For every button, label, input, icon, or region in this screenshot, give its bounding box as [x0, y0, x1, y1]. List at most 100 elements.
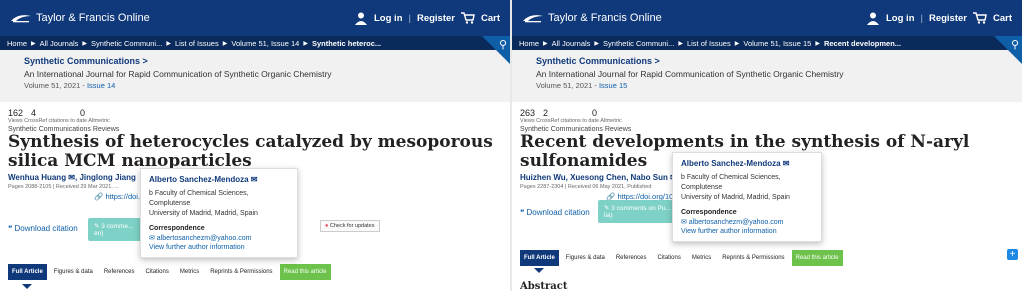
crumb-arrow-icon: ▶	[734, 40, 740, 47]
abstract-heading: Abstract	[520, 281, 568, 291]
login-link[interactable]: Log in	[374, 13, 403, 24]
user-icon	[867, 12, 879, 25]
journal-banner: Synthetic Communications > An Internatio…	[512, 50, 1022, 102]
metrics-label: Views CrossRef citations to date Altmetr…	[520, 118, 622, 124]
check-updates-button[interactable]: ● Check for updates	[320, 220, 380, 232]
crumb-current: Synthetic heteroc...	[311, 38, 382, 48]
journal-title[interactable]: Synthetic Communications >	[536, 56, 998, 66]
register-link[interactable]: Register	[417, 13, 455, 24]
crumb-volume[interactable]: Volume 51, Issue 15	[743, 39, 811, 48]
download-citation-link[interactable]: ❝ Download citation	[8, 224, 78, 233]
article-title: Synthesis of heterocycles catalyzed by m…	[8, 132, 493, 171]
popover-email[interactable]: ✉ albertosanchezm@yahoo.com	[681, 218, 813, 226]
tab-citations[interactable]: Citations	[654, 250, 685, 266]
crumb-arrow-icon: ▶	[594, 40, 600, 47]
crumb-all-journals[interactable]: All Journals	[552, 39, 591, 48]
popover-affiliation-2: University of Madrid, Madrid, Spain	[681, 194, 790, 201]
brand-name: Taylor & Francis Online	[548, 12, 662, 24]
left-page: Taylor & Francis Online Log in | Registe…	[0, 0, 510, 291]
cart-link[interactable]: Cart	[481, 13, 500, 24]
tab-reprints[interactable]: Reprints & Permissions	[718, 250, 788, 266]
cart-link[interactable]: Cart	[993, 13, 1012, 24]
tab-metrics[interactable]: Metrics	[176, 264, 203, 280]
tab-references[interactable]: References	[612, 250, 651, 266]
tab-references[interactable]: References	[100, 264, 139, 280]
crumb-issues[interactable]: List of Issues	[687, 39, 731, 48]
article-metrics: 162 4 0	[0, 102, 510, 118]
views-count: 263	[520, 108, 536, 118]
comments-button[interactable]: ✎ 3 comments on Pu... lia)	[598, 200, 678, 223]
crumb-arrow-icon: ▶	[303, 40, 308, 47]
crumb-arrow-icon: ▶	[222, 40, 228, 47]
popover-affiliation: b Faculty of Chemical Sciences, Complute…	[149, 190, 249, 207]
expand-plus-icon[interactable]: +	[1007, 249, 1018, 260]
crumb-all-journals[interactable]: All Journals	[40, 39, 79, 48]
author-popover: Alberto Sanchez-Mendoza ✉ b Faculty of C…	[672, 152, 822, 242]
journal-title[interactable]: Synthetic Communications >	[24, 56, 486, 66]
brand-name: Taylor & Francis Online	[36, 12, 150, 24]
site-header: Taylor & Francis Online Log in | Registe…	[512, 0, 1022, 36]
tab-full-article[interactable]: Full Article	[520, 250, 559, 266]
crumb-arrow-icon: ▶	[31, 40, 36, 47]
cart-icon[interactable]	[972, 12, 987, 24]
crumb-arrow-icon: ▶	[678, 40, 683, 47]
crumb-arrow-icon: ▶	[166, 40, 171, 47]
breadcrumb: Home ▶ All Journals ▶ Synthetic Communi...…	[0, 36, 510, 50]
journal-subtitle: An International Journal for Rapid Commu…	[536, 69, 844, 79]
tab-citations[interactable]: Citations	[142, 264, 173, 280]
tab-reprints[interactable]: Reprints & Permissions	[206, 264, 276, 280]
crumb-arrow-icon: ▶	[82, 40, 88, 47]
crumb-home[interactable]: Home	[519, 39, 539, 48]
cart-icon[interactable]	[460, 12, 475, 24]
crumb-arrow-icon: ▶	[543, 40, 548, 47]
logo-icon	[11, 15, 31, 23]
logo-icon	[523, 15, 543, 23]
popover-email[interactable]: ✉ albertosanchezm@yahoo.com	[149, 234, 289, 242]
issue-link[interactable]: Issue 15	[599, 81, 627, 90]
tab-full-article[interactable]: Full Article	[8, 264, 47, 280]
search-icon: ⚲	[1010, 39, 1019, 51]
popover-more-info[interactable]: View further author information	[149, 244, 289, 251]
tab-metrics[interactable]: Metrics	[688, 250, 715, 266]
register-link[interactable]: Register	[929, 13, 967, 24]
active-tab-caret	[534, 268, 544, 273]
popover-affiliation-2: University of Madrid, Madrid, Spain	[149, 210, 258, 217]
altmetric-count[interactable]: 0	[592, 108, 597, 118]
altmetric-count[interactable]: 0	[80, 108, 85, 118]
crossref-count[interactable]: 4	[31, 108, 36, 118]
article-metrics: 263 2 0	[512, 102, 1022, 118]
read-article-button[interactable]: Read this article	[791, 250, 843, 266]
journal-volume: Volume 51, 2021 -	[536, 81, 599, 90]
read-article-button[interactable]: Read this article	[279, 264, 331, 280]
journal-banner: Synthetic Communications > An Internatio…	[0, 50, 510, 102]
issue-link[interactable]: Issue 14	[87, 81, 115, 90]
crumb-arrow-icon: ▶	[815, 40, 820, 47]
brand-logo[interactable]: Taylor & Francis Online	[522, 12, 662, 24]
crumb-volume[interactable]: Volume 51, Issue 14	[231, 39, 299, 48]
download-citation-link[interactable]: ❝ Download citation	[520, 208, 590, 217]
login-link[interactable]: Log in	[886, 13, 915, 24]
popover-author-name[interactable]: Alberto Sanchez-Mendoza ✉	[681, 159, 813, 168]
crumb-issues[interactable]: List of Issues	[175, 39, 219, 48]
tab-figures[interactable]: Figures & data	[562, 250, 609, 266]
crossref-count[interactable]: 2	[543, 108, 548, 118]
comments-button[interactable]: ✎ 3 comme... en)	[88, 218, 148, 241]
user-icon	[355, 12, 367, 25]
popover-more-info[interactable]: View further author information	[681, 228, 813, 235]
site-header: Taylor & Francis Online Log in | Registe…	[0, 0, 510, 36]
views-count: 162	[8, 108, 24, 118]
crumb-home[interactable]: Home	[7, 39, 27, 48]
active-tab-caret	[22, 284, 32, 289]
popover-affiliation: b Faculty of Chemical Sciences, Complute…	[681, 174, 781, 191]
popover-correspondence: Correspondence	[149, 225, 205, 232]
metrics-label: Views CrossRef citations to date Altmetr…	[8, 118, 110, 124]
journal-volume: Volume 51, 2021 -	[24, 81, 87, 90]
account-divider: |	[408, 12, 411, 24]
crumb-journal[interactable]: Synthetic Communi...	[603, 39, 674, 48]
search-icon: ⚲	[498, 39, 507, 51]
popover-author-name[interactable]: Alberto Sanchez-Mendoza ✉	[149, 175, 289, 184]
brand-logo[interactable]: Taylor & Francis Online	[10, 12, 150, 24]
journal-subtitle: An International Journal for Rapid Commu…	[24, 69, 332, 79]
tab-figures[interactable]: Figures & data	[50, 264, 97, 280]
crumb-journal[interactable]: Synthetic Communi...	[91, 39, 162, 48]
